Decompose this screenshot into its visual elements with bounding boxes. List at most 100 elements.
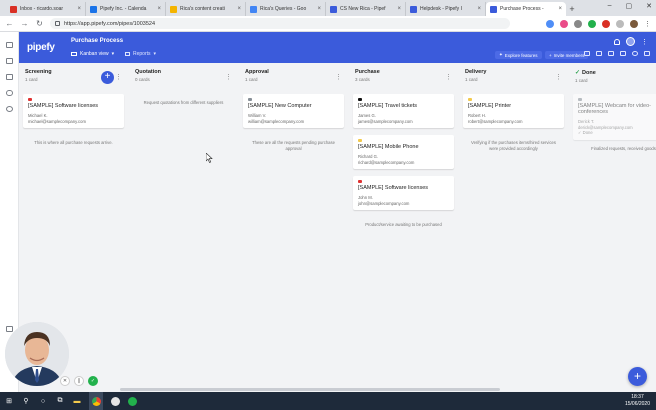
phase-card-count: 0 cards <box>135 77 150 82</box>
extension-icon[interactable] <box>574 19 582 28</box>
phase-menu-icon[interactable]: ⋮ <box>225 73 232 81</box>
browser-tab[interactable]: Helpdesk - Pipefy I × <box>406 2 486 16</box>
extension-icon[interactable] <box>560 19 568 28</box>
pipe-title[interactable]: Purchase Process <box>71 38 123 44</box>
phase-name[interactable]: ✓ Done <box>575 69 656 76</box>
search-icon[interactable]: ⚲ <box>21 396 31 406</box>
kanban-board: Screening 1 card + ⋮ [SAMPLE] Software licen… <box>19 63 656 390</box>
tab-title: Rica's Queries - Goo <box>260 6 307 12</box>
create-card-button[interactable]: + <box>101 71 114 84</box>
maximize-button[interactable]: ▢ <box>626 2 633 10</box>
kanban-card[interactable]: [SAMPLE] Printer Robert H. robert@sampleco… <box>463 94 564 128</box>
close-window-button[interactable]: ✕ <box>646 2 652 10</box>
card-title: [SAMPLE] New Computer <box>248 103 312 109</box>
file-explorer-icon[interactable]: ▬ <box>72 396 82 406</box>
phase-menu-icon[interactable]: ⋮ <box>555 73 562 81</box>
kanban-card[interactable]: [SAMPLE] Software licenses John M. john@sa… <box>353 176 454 210</box>
extension-icon[interactable] <box>616 19 624 28</box>
recorder-controls: ✕ ∥ ✓ <box>60 376 98 386</box>
app-icon[interactable] <box>110 396 120 406</box>
filter-icon[interactable] <box>620 51 626 56</box>
url-input[interactable]: https://app.pipefy.com/pipes/1003524 <box>50 18 510 29</box>
pipefy-logo[interactable]: pipefy <box>27 42 55 53</box>
extension-icon[interactable] <box>546 19 554 28</box>
pause-icon[interactable]: ∥ <box>74 376 84 386</box>
phase-header: Delivery 1 card ⋮ <box>465 69 562 85</box>
invite-members-button[interactable]: + Invite members <box>545 51 589 59</box>
chrome-icon[interactable] <box>89 392 103 410</box>
finish-recording-icon[interactable]: ✓ <box>88 376 98 386</box>
close-tab-icon[interactable]: × <box>157 6 161 12</box>
kanban-icon <box>71 52 77 56</box>
browser-menu-icon[interactable]: ⋮ <box>644 20 651 28</box>
pipes-icon[interactable] <box>6 58 13 64</box>
phase-menu-icon[interactable]: ⋮ <box>445 73 452 81</box>
phase-name[interactable]: Approval <box>245 69 342 75</box>
cortana-icon[interactable]: ○ <box>38 396 48 406</box>
kanban-view-button[interactable]: Kanban view ▾ <box>71 51 114 57</box>
tab-favicon-icon <box>170 5 177 13</box>
profile-avatar[interactable] <box>630 19 638 28</box>
cancel-recording-icon[interactable]: ✕ <box>60 376 70 386</box>
members-icon[interactable] <box>584 51 590 56</box>
wrench-icon[interactable] <box>644 51 650 56</box>
close-tab-icon[interactable]: × <box>237 6 241 12</box>
more-icon[interactable]: ⋮ <box>641 38 648 46</box>
kanban-card[interactable]: [SAMPLE] New Computer William V. william@s… <box>243 94 344 128</box>
kanban-card[interactable]: [SAMPLE] Mobile Phone Richard G. richard@s… <box>353 135 454 169</box>
automation-icon[interactable] <box>608 51 614 56</box>
user-avatar[interactable] <box>626 37 635 46</box>
forward-icon[interactable]: → <box>20 19 29 28</box>
system-clock[interactable]: 18:37 15/06/2020 <box>625 394 650 408</box>
card-label-tag <box>28 98 32 101</box>
bell-icon[interactable] <box>614 38 620 45</box>
horizontal-scrollbar[interactable] <box>120 388 500 391</box>
chat-icon[interactable] <box>6 326 13 332</box>
task-view-icon[interactable]: ⧉ <box>55 396 65 406</box>
kanban-card[interactable]: [SAMPLE] Software licenses Michael K. mich… <box>23 94 124 128</box>
reports-button[interactable]: Reports ▾ <box>125 51 156 57</box>
browser-tab[interactable]: CS New Rica - Pipef × <box>326 2 406 16</box>
phase-card-count: 3 cards <box>355 77 370 82</box>
browser-tab[interactable]: Rica's Queries - Goo × <box>246 2 326 16</box>
phase-menu-icon[interactable]: ⋮ <box>115 73 122 81</box>
browser-tab[interactable]: Rica's content creati × <box>166 2 246 16</box>
extension-icon[interactable] <box>602 19 610 28</box>
reload-icon[interactable]: ↻ <box>35 19 44 28</box>
explore-features-button[interactable]: ✦ Explore features <box>495 51 542 59</box>
add-card-fab[interactable]: + <box>628 367 647 386</box>
browser-tab[interactable]: Inbox - ricardo.soar × <box>6 2 86 16</box>
close-tab-icon[interactable]: × <box>77 6 81 12</box>
window-controls: – ▢ ✕ <box>608 2 652 10</box>
back-icon[interactable]: ← <box>5 19 14 28</box>
phase-name[interactable]: Quotation <box>135 69 232 75</box>
inbox-icon[interactable] <box>6 90 13 96</box>
home-icon[interactable] <box>6 42 13 48</box>
close-tab-icon[interactable]: × <box>558 6 562 12</box>
phase-menu-icon[interactable]: ⋮ <box>335 73 342 81</box>
kanban-card[interactable]: [SAMPLE] Travel tickets James G. james@sam… <box>353 94 454 128</box>
phase-name[interactable]: Delivery <box>465 69 562 75</box>
tab-title: CS New Rica - Pipef <box>340 6 386 12</box>
recorder-app-icon[interactable] <box>127 396 137 406</box>
tab-title: Inbox - ricardo.soar <box>20 6 64 12</box>
phase-name-text: Screening <box>25 69 52 75</box>
windows-start-icon[interactable]: ⊞ <box>4 396 14 406</box>
globe-icon[interactable] <box>6 106 13 112</box>
close-tab-icon[interactable]: × <box>477 6 481 12</box>
browser-tab-strip: Inbox - ricardo.soar × Pipefy Inc. - Calen… <box>0 0 656 16</box>
tab-favicon-icon <box>490 5 497 13</box>
phase-header: Purchase 3 cards ⋮ <box>355 69 452 85</box>
new-tab-button[interactable]: + <box>566 2 578 16</box>
phase-name[interactable]: Purchase <box>355 69 452 75</box>
browser-tab[interactable]: Pipefy Inc. - Calenda × <box>86 2 166 16</box>
kanban-card[interactable]: [SAMPLE] Webcam for video-conferences Der… <box>573 94 656 140</box>
email-icon[interactable] <box>596 51 602 56</box>
settings-icon[interactable] <box>632 51 638 56</box>
databases-icon[interactable] <box>6 74 13 80</box>
extension-icon[interactable] <box>588 19 596 28</box>
close-tab-icon[interactable]: × <box>397 6 401 12</box>
close-tab-icon[interactable]: × <box>317 6 321 12</box>
minimize-button[interactable]: – <box>608 2 612 10</box>
browser-tab[interactable]: Purchase Process - × <box>486 2 566 16</box>
